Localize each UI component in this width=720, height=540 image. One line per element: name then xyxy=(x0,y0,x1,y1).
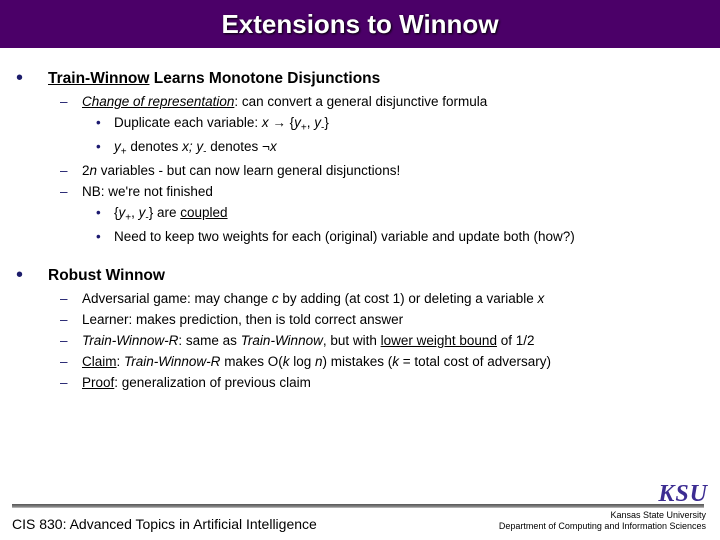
subsub-bullet: • {y+, y-} are coupled xyxy=(96,205,698,224)
subsub-bullet: • Duplicate each variable: x → {y+, y-} xyxy=(96,115,698,134)
footer: KSU CIS 830: Advanced Topics in Artifici… xyxy=(0,484,720,532)
sub-bullet: – NB: we're not finished xyxy=(60,184,698,199)
sub-bullet: – 2n variables - but can now learn gener… xyxy=(60,163,698,178)
title-bar: Extensions to Winnow xyxy=(0,0,720,48)
sub-bullet: – Train-Winnow-R: same as Train-Winnow, … xyxy=(60,333,698,348)
subsub-bullet: • Need to keep two weights for each (ori… xyxy=(96,229,698,244)
sub-bullet: – Claim: Train-Winnow-R makes O(k log n)… xyxy=(60,354,698,369)
heading-strong: Train-Winnow xyxy=(48,70,149,87)
footer-rule xyxy=(12,504,704,508)
top-bullet: • Train-Winnow Learns Monotone Disjuncti… xyxy=(16,70,698,88)
sub-bullet: – Proof: generalization of previous clai… xyxy=(60,375,698,390)
sub-bullet: – Learner: makes prediction, then is tol… xyxy=(60,312,698,327)
subsub-bullet: • y+ denotes x; y- denotes ¬x xyxy=(96,139,698,158)
slide-body: • Train-Winnow Learns Monotone Disjuncti… xyxy=(0,48,720,390)
slide-title: Extensions to Winnow xyxy=(221,9,498,40)
top-bullet: • Robust Winnow xyxy=(16,267,698,285)
footer-course: CIS 830: Advanced Topics in Artificial I… xyxy=(12,516,499,532)
ksu-logo: KSU xyxy=(0,484,708,504)
sub-bullet: – Adversarial game: may change c by addi… xyxy=(60,291,698,306)
sub-bullet: – Change of representation: can convert … xyxy=(60,94,698,109)
footer-dept: Kansas State University Department of Co… xyxy=(499,510,706,532)
